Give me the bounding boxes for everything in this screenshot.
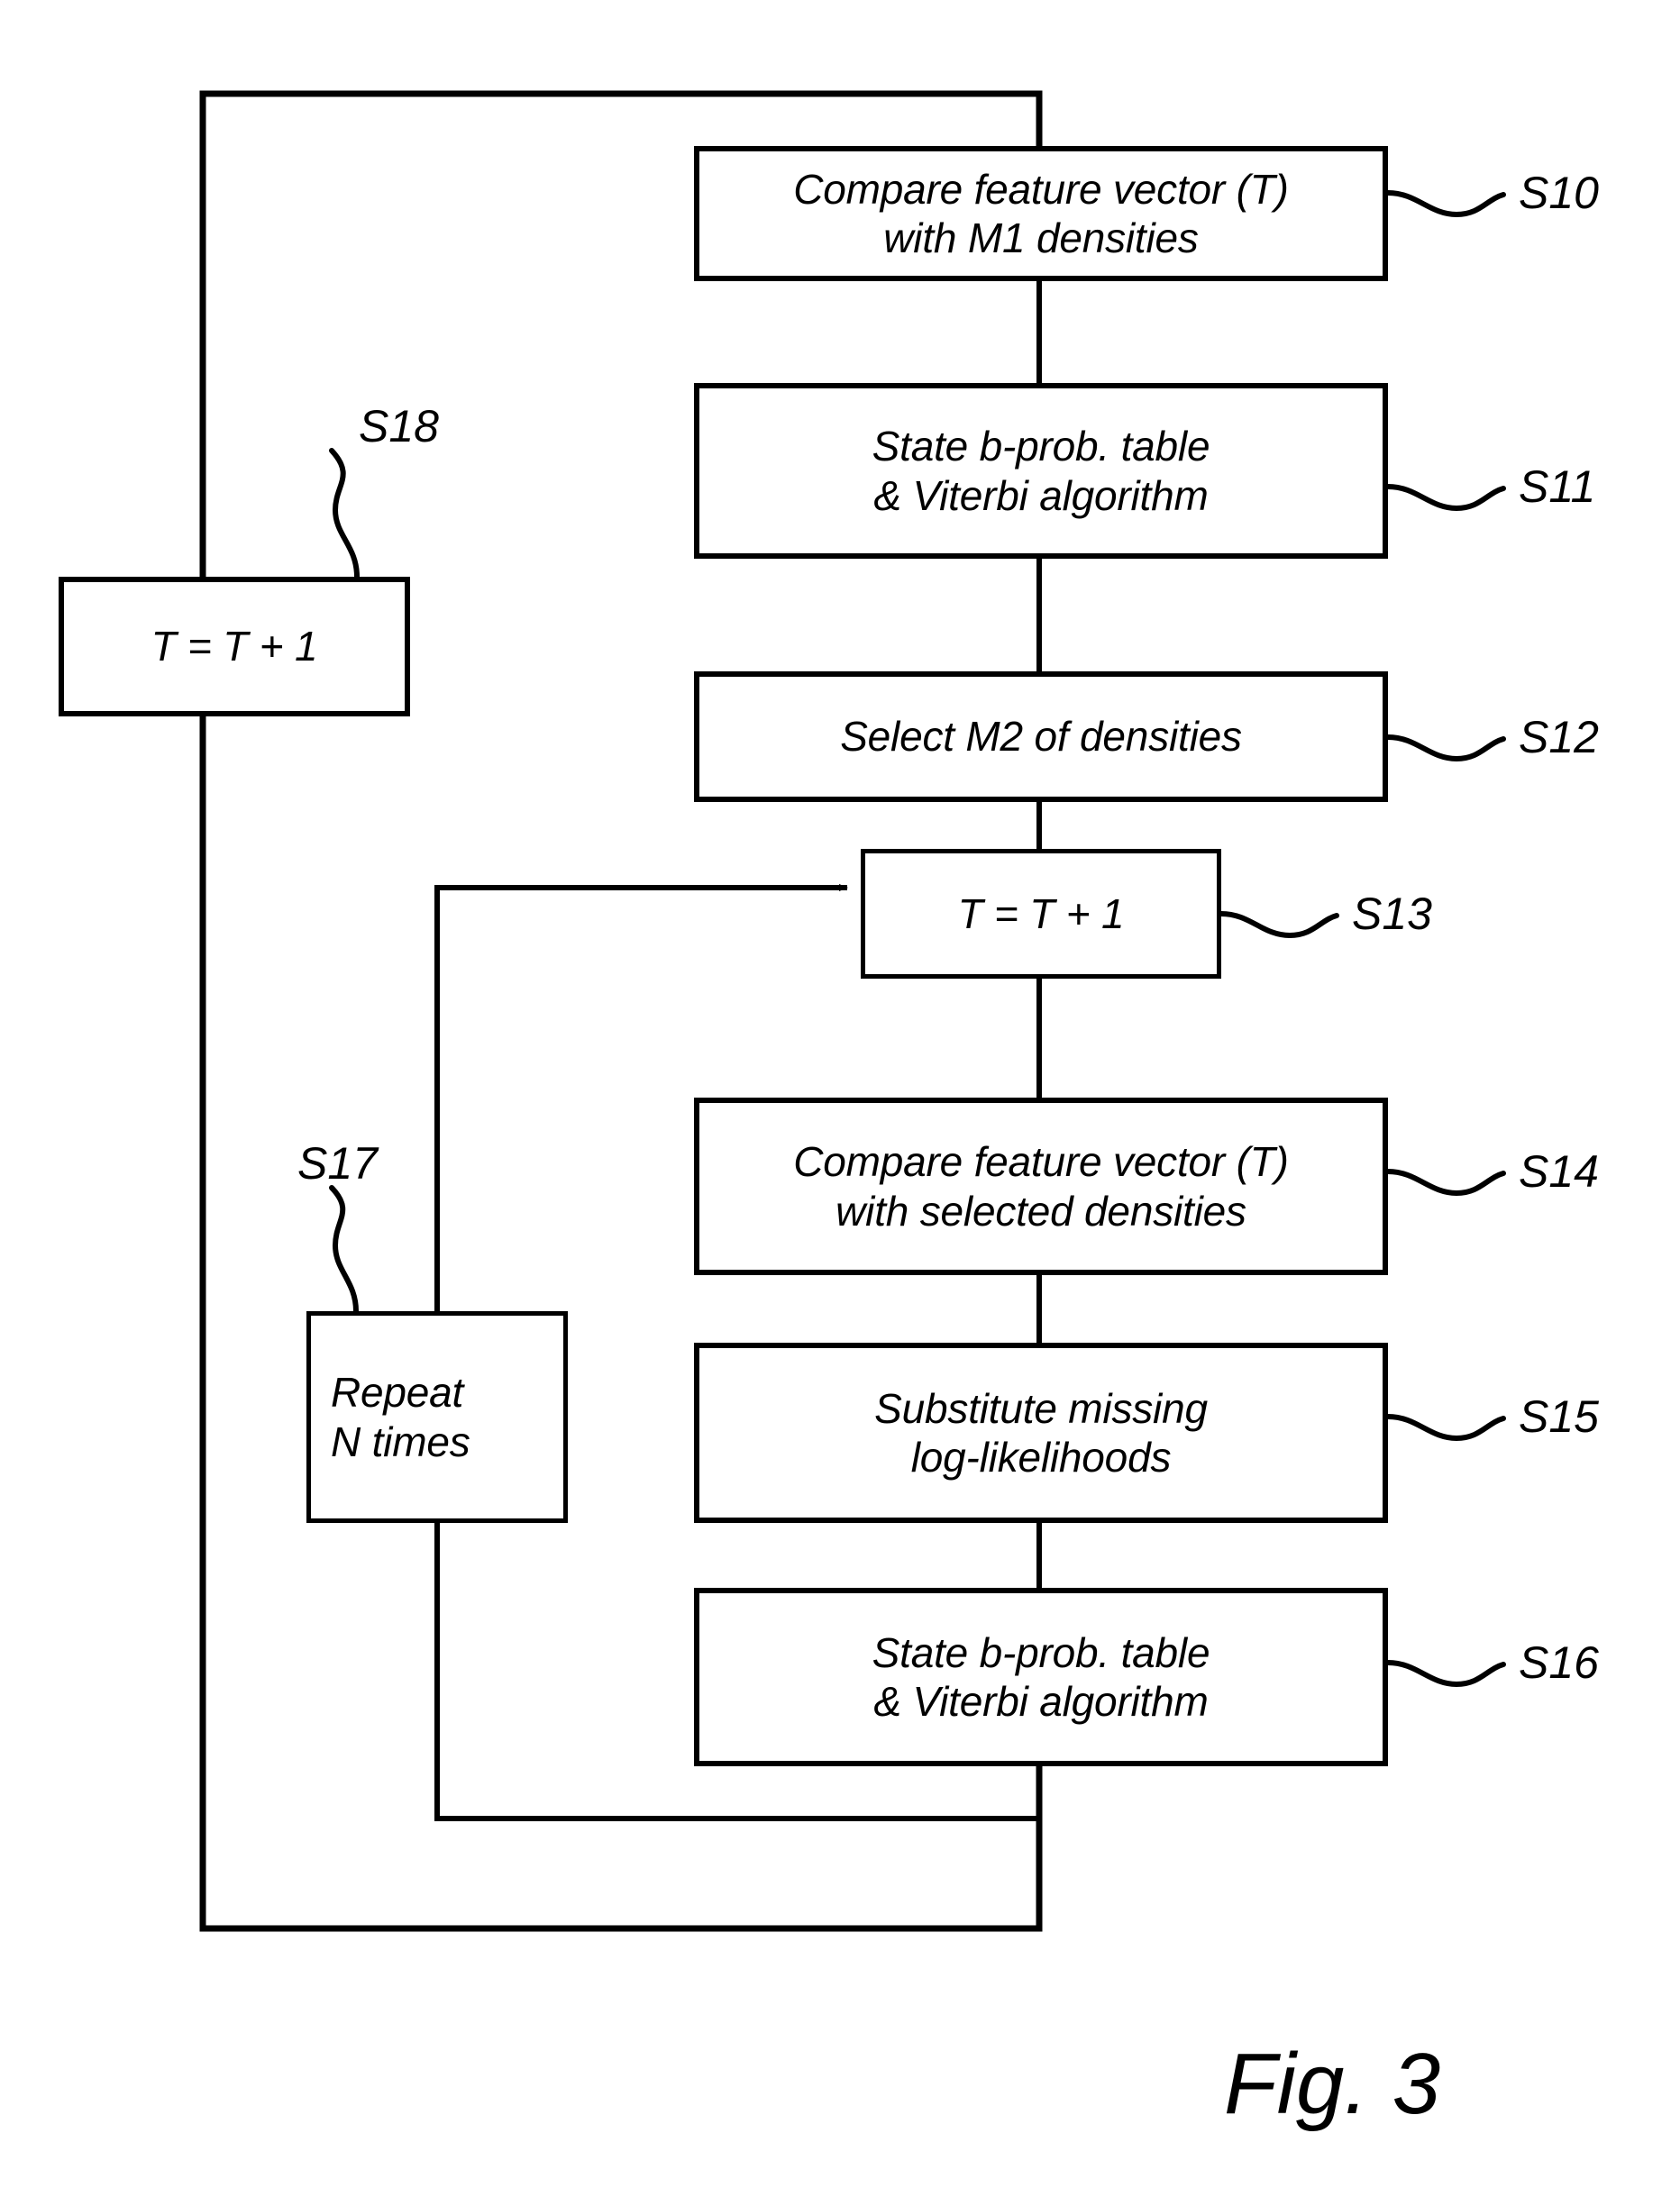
step-box-s10[interactable]: Compare feature vector (T) with M1 densi… [694, 146, 1388, 281]
step-box-s12-label: Select M2 of densities [831, 712, 1251, 761]
s18-line-1: T = T + 1 [151, 623, 318, 670]
s11-line-2: & Viterbi algorithm [873, 471, 1209, 519]
step-box-s14-label: Compare feature vector (T) with selected… [784, 1137, 1298, 1235]
step-box-s11[interactable]: State b-prob. table & Viterbi algorithm [694, 383, 1388, 559]
leader-line-s13 [1219, 911, 1339, 939]
s14-line-1: Compare feature vector (T) [793, 1138, 1289, 1186]
step-box-s15[interactable]: Substitute missing log-likelihoods [694, 1343, 1388, 1523]
s17-line-2: N times [331, 1418, 470, 1465]
leader-line-s11 [1385, 484, 1506, 512]
s13-line-1: T = T + 1 [957, 889, 1125, 937]
ref-label-s10: S10 [1519, 168, 1599, 218]
leader-line-s14 [1385, 1169, 1506, 1197]
step-box-s18[interactable]: T = T + 1 [59, 577, 410, 716]
step-box-s17[interactable]: Repeat N times [306, 1311, 568, 1523]
s10-line-2: with M1 densities [883, 214, 1199, 261]
step-box-s16-label: State b-prob. table & Viterbi algorithm [863, 1628, 1219, 1727]
step-box-s11-label: State b-prob. table & Viterbi algorithm [863, 422, 1219, 520]
s10-line-1: Compare feature vector (T) [793, 165, 1289, 213]
s14-line-2: with selected densities [835, 1187, 1246, 1235]
ref-label-s15: S15 [1519, 1391, 1599, 1442]
s16-line-2: & Viterbi algorithm [873, 1678, 1209, 1725]
s17-line-1: Repeat [331, 1369, 464, 1417]
step-box-s18-label: T = T + 1 [142, 622, 327, 670]
step-box-s15-label: Substitute missing log-likelihoods [865, 1384, 1217, 1482]
ref-label-s14: S14 [1519, 1146, 1599, 1197]
step-box-s17-label: Repeat N times [311, 1368, 479, 1466]
leader-line-s12 [1385, 734, 1506, 762]
ref-label-s11: S11 [1519, 461, 1596, 512]
s15-line-2: log-likelihoods [910, 1434, 1172, 1481]
step-box-s13[interactable]: T = T + 1 [861, 849, 1221, 979]
leader-line-s15 [1385, 1414, 1506, 1442]
ref-label-s17: S17 [297, 1138, 378, 1189]
leader-line-s16 [1385, 1660, 1506, 1688]
step-box-s13-label: T = T + 1 [949, 889, 1134, 938]
step-box-s10-label: Compare feature vector (T) with M1 densi… [784, 165, 1298, 263]
s12-line-1: Select M2 of densities [840, 713, 1242, 761]
figure-canvas: Compare feature vector (T) with M1 densi… [0, 0, 1680, 2188]
s11-line-1: State b-prob. table [872, 423, 1210, 470]
ref-label-s16: S16 [1519, 1637, 1599, 1688]
step-box-s12[interactable]: Select M2 of densities [694, 671, 1388, 802]
leader-line-s17 [329, 1185, 359, 1314]
ref-label-s13: S13 [1352, 889, 1432, 939]
leader-line-s10 [1385, 190, 1506, 218]
ref-label-s12: S12 [1519, 712, 1599, 762]
ref-label-s18: S18 [359, 401, 439, 451]
s15-line-1: Substitute missing [874, 1384, 1208, 1432]
step-box-s16[interactable]: State b-prob. table & Viterbi algorithm [694, 1588, 1388, 1766]
leader-line-s18 [329, 448, 360, 579]
s16-line-1: State b-prob. table [872, 1628, 1210, 1676]
step-box-s14[interactable]: Compare feature vector (T) with selected… [694, 1098, 1388, 1275]
flow-connectors [199, 90, 1506, 1932]
figure-caption: Fig. 3 [1224, 2036, 1441, 2132]
